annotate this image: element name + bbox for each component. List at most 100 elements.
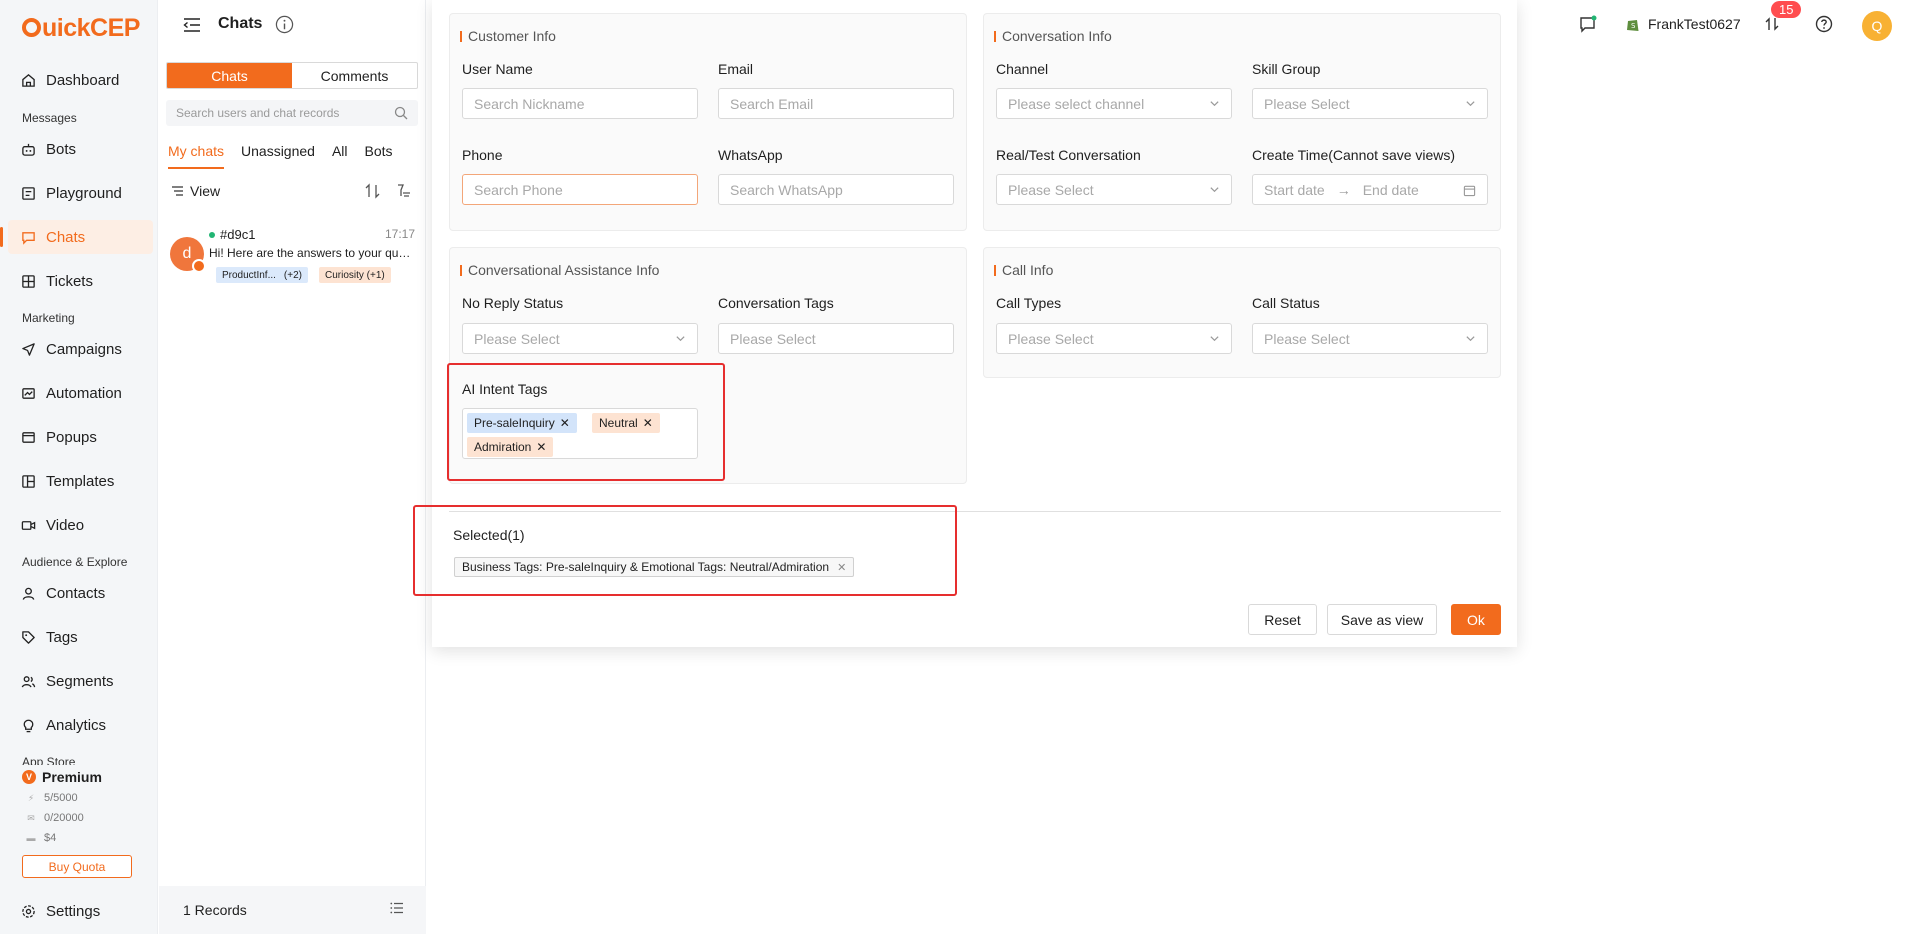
sidebar-item-segments[interactable]: Segments — [8, 664, 153, 698]
chat-type-switch: Chats Comments — [166, 62, 418, 89]
chat-preview: Hi! Here are the answers to your questio… — [209, 246, 414, 260]
sidebar-item-analytics[interactable]: Analytics — [8, 708, 153, 742]
no-reply-label: No Reply Status — [462, 295, 564, 311]
list-item[interactable]: d #d9c1 17:17 Hi! Here are the answers t… — [159, 220, 426, 290]
sidebar-item-label: Settings — [46, 902, 101, 920]
sidebar: uickCEP Dashboard Messages Bots Playgrou… — [0, 0, 158, 934]
start-date-input[interactable]: Start date — [1264, 182, 1325, 198]
tab-comments[interactable]: Comments — [292, 63, 417, 88]
premium-icon: V — [22, 770, 36, 784]
filter-clear-icon[interactable] — [396, 183, 411, 199]
tab-unassigned[interactable]: Unassigned — [241, 143, 315, 169]
tab-my-chats[interactable]: My chats — [168, 143, 225, 169]
no-reply-select[interactable]: Please Select — [462, 323, 698, 354]
tab-chats[interactable]: Chats — [167, 63, 292, 88]
buy-quota-button[interactable]: Buy Quota — [22, 855, 132, 878]
call-status-select[interactable]: Please Select — [1252, 323, 1488, 354]
sidebar-item-video[interactable]: Video — [8, 508, 153, 542]
whatsapp-input[interactable]: Search WhatsApp — [718, 174, 954, 205]
sidebar-item-tags[interactable]: Tags — [8, 620, 153, 654]
online-dot-icon — [209, 231, 215, 238]
phone-input[interactable]: Search Phone — [462, 174, 698, 205]
channel-select[interactable]: Please select channel — [996, 88, 1232, 119]
skill-group-select[interactable]: Please Select — [1252, 88, 1488, 119]
card-title: Call Info — [994, 262, 1053, 278]
calendar-icon — [1463, 185, 1476, 197]
create-time-range[interactable]: Start date → End date — [1252, 174, 1488, 205]
sidebar-item-label: Popups — [46, 428, 97, 446]
collapse-menu-icon[interactable] — [183, 17, 201, 33]
section-messages: Messages — [22, 111, 77, 125]
call-status-label: Call Status — [1252, 295, 1320, 311]
popup-icon — [20, 429, 36, 445]
list-view-icon[interactable] — [390, 902, 404, 914]
reset-button[interactable]: Reset — [1248, 604, 1317, 635]
email-input[interactable]: Search Email — [718, 88, 954, 119]
bolt-icon: ⚡ — [27, 792, 35, 803]
sidebar-item-popups[interactable]: Popups — [8, 420, 153, 454]
info-icon[interactable] — [275, 15, 294, 34]
mail-icon: ✉ — [27, 812, 35, 823]
sidebar-item-label: Chats — [46, 228, 86, 246]
sidebar-item-label: Campaigns — [46, 340, 122, 358]
sidebar-item-bots[interactable]: Bots — [8, 132, 153, 166]
contact-name: #d9c1 — [209, 227, 255, 242]
sidebar-item-label: Segments — [46, 672, 114, 690]
save-as-view-button[interactable]: Save as view — [1327, 604, 1437, 635]
sidebar-item-label: Bots — [46, 140, 77, 158]
view-button[interactable]: View — [190, 183, 220, 199]
tab-all[interactable]: All — [332, 143, 348, 169]
chevron-down-icon — [1210, 187, 1219, 193]
users-icon — [20, 673, 36, 689]
bot-icon — [20, 141, 36, 157]
sidebar-item-label: Playground — [46, 184, 122, 202]
view-row: View — [171, 183, 416, 199]
template-icon — [20, 473, 36, 489]
user-icon — [20, 585, 36, 601]
app-logo[interactable]: uickCEP — [22, 14, 140, 43]
sidebar-item-contacts[interactable]: Contacts — [8, 576, 153, 610]
card-title: Conversational Assistance Info — [460, 262, 659, 278]
sidebar-item-tickets[interactable]: Tickets — [8, 264, 153, 298]
section-audience: Audience & Explore — [22, 555, 128, 569]
end-date-input[interactable]: End date — [1363, 182, 1419, 198]
quota-row: ⚡ 5/5000 — [27, 792, 78, 804]
sidebar-item-label: Analytics — [46, 716, 107, 734]
page-title: Chats — [218, 15, 263, 32]
call-info-card: Call Info — [983, 247, 1501, 378]
chat-search-input[interactable]: Search users and chat records — [166, 100, 418, 126]
sidebar-item-settings[interactable]: Settings — [8, 894, 153, 928]
avatar[interactable]: Q — [1862, 11, 1892, 41]
card-title: Conversation Info — [994, 28, 1112, 44]
shopify-icon: S — [1627, 19, 1639, 31]
tab-bots[interactable]: Bots — [365, 143, 393, 169]
user-account[interactable]: S FrankTest0627 — [1626, 16, 1741, 32]
sort-icon[interactable] — [365, 183, 380, 199]
search-icon — [394, 106, 408, 120]
sidebar-item-chats[interactable]: Chats — [0, 220, 153, 254]
sidebar-item-automation[interactable]: Automation — [8, 376, 153, 410]
sidebar-item-label: Tickets — [46, 272, 93, 290]
list-icon — [172, 186, 183, 196]
gear-icon — [20, 903, 36, 919]
email-label: Email — [718, 61, 754, 77]
username-input[interactable]: Search Nickname — [462, 88, 698, 119]
transfer-icon[interactable] — [1765, 16, 1779, 32]
sidebar-item-campaigns[interactable]: Campaigns — [8, 332, 153, 366]
sidebar-item-playground[interactable]: Playground — [8, 176, 153, 210]
conversation-tags-select[interactable]: Please Select — [718, 323, 954, 354]
sidebar-item-dashboard[interactable]: Dashboard — [8, 63, 153, 97]
chevron-down-icon — [1210, 336, 1219, 342]
whatsapp-label: WhatsApp — [718, 147, 783, 163]
real-test-select[interactable]: Please Select — [996, 174, 1232, 205]
help-icon[interactable] — [1815, 15, 1833, 33]
message-notification-icon[interactable] — [1579, 15, 1597, 33]
channel-badge-icon — [192, 259, 206, 273]
call-types-select[interactable]: Please Select — [996, 323, 1232, 354]
notification-badge: 15 — [1771, 1, 1802, 18]
sidebar-item-templates[interactable]: Templates — [8, 464, 153, 498]
ok-button[interactable]: Ok — [1451, 604, 1501, 635]
sidebar-item-label: Templates — [46, 472, 115, 490]
chevron-down-icon — [1210, 101, 1219, 107]
ticket-icon — [20, 273, 36, 289]
